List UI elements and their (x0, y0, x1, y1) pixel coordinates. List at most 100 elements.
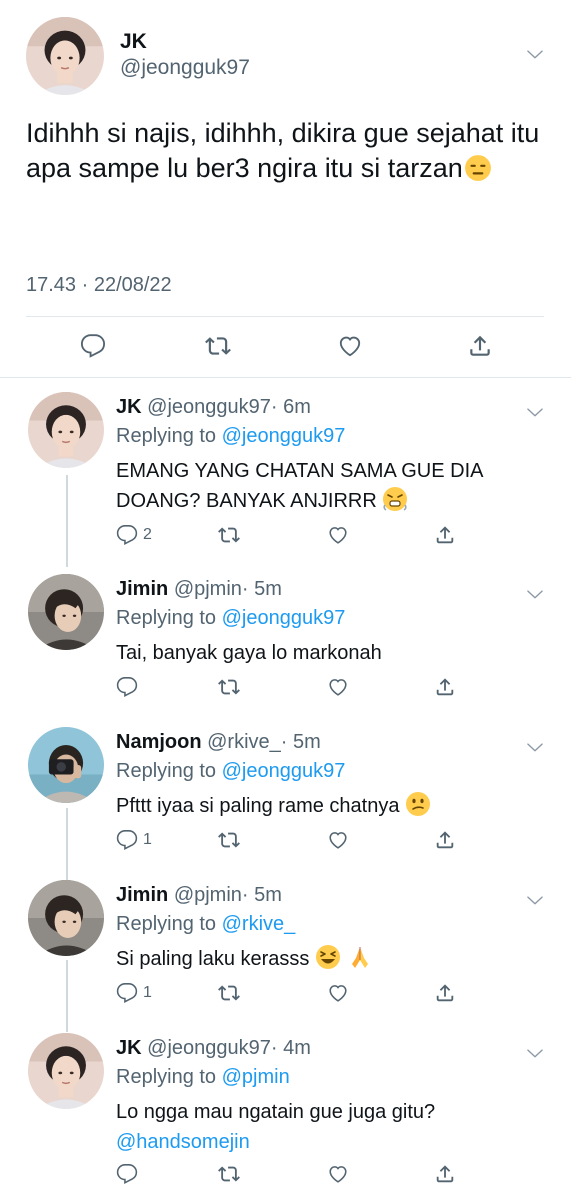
more-options-button[interactable] (525, 890, 545, 910)
retweet-icon (218, 676, 240, 698)
retweet-button[interactable] (218, 676, 240, 698)
reply-actions (116, 1163, 466, 1187)
share-button[interactable] (434, 1163, 456, 1185)
chevron-down-icon (525, 44, 545, 64)
retweet-button[interactable] (218, 1163, 240, 1185)
retweet-button[interactable] (218, 982, 240, 1004)
reply-tweet[interactable]: Jimin @pjmin· 5m Replying to @rkive_ Si … (0, 880, 571, 1010)
reply-time[interactable]: · 5m (242, 578, 282, 600)
avatar-image (28, 392, 104, 468)
reply-time[interactable]: · 4m (271, 1037, 311, 1059)
reply-actions (116, 676, 466, 700)
share-button[interactable] (434, 982, 456, 1004)
divider (0, 377, 571, 378)
author-name[interactable]: Namjoon (116, 731, 202, 753)
reply-button[interactable]: 1 (116, 982, 152, 1004)
reply-button[interactable]: 1 (116, 829, 152, 851)
reply-tweet[interactable]: JK @jeongguk97· 6m Replying to @jeongguk… (0, 392, 571, 552)
retweet-icon (218, 829, 240, 851)
like-button[interactable] (327, 982, 349, 1004)
mention-link[interactable]: @handsomejin (116, 1131, 250, 1153)
steam-face-icon (383, 487, 408, 511)
more-options-button[interactable] (525, 584, 545, 604)
reply-actions: 1 (116, 829, 466, 853)
reply-tweet[interactable]: Jimin @pjmin· 5m Replying to @jeongguk97… (0, 574, 571, 704)
replying-to-link[interactable]: @jeongguk97 (222, 425, 346, 447)
chevron-down-icon (525, 890, 545, 910)
replying-to: Replying to @rkive_ (116, 913, 295, 936)
reply-button[interactable] (116, 676, 138, 698)
retweet-button[interactable] (218, 524, 240, 546)
like-button[interactable] (327, 524, 349, 546)
replying-to-link[interactable]: @pjmin (222, 1066, 290, 1088)
folded-hands-icon (351, 947, 368, 968)
share-icon (434, 676, 456, 698)
author-handle[interactable]: @jeongguk97 (120, 56, 250, 80)
avatar[interactable] (26, 17, 104, 95)
share-button[interactable] (434, 524, 456, 546)
avatar[interactable] (28, 880, 104, 956)
retweet-button[interactable] (218, 829, 240, 851)
reply-header: Namjoon @rkive_· 5m (116, 731, 321, 754)
laughing-face-icon (316, 945, 340, 969)
avatar[interactable] (28, 392, 104, 468)
replying-to-link[interactable]: @rkive_ (222, 913, 296, 935)
avatar[interactable] (28, 1033, 104, 1109)
author-handle[interactable]: @pjmin (174, 884, 242, 906)
reply-button[interactable] (80, 333, 106, 359)
replying-label: Replying to (116, 1066, 217, 1088)
avatar[interactable] (28, 574, 104, 650)
like-button[interactable] (327, 829, 349, 851)
author-handle[interactable]: @pjmin (174, 578, 242, 600)
reply-icon (80, 333, 106, 359)
avatar[interactable] (28, 727, 104, 803)
replying-to-link[interactable]: @jeongguk97 (222, 607, 346, 629)
author-handle[interactable]: @jeongguk97 (147, 1037, 271, 1059)
author-name[interactable]: Jimin (116, 884, 168, 906)
author-handle[interactable]: @jeongguk97 (147, 396, 271, 418)
heart-icon (327, 676, 349, 698)
share-button[interactable] (467, 333, 493, 359)
like-button[interactable] (327, 1163, 349, 1185)
share-icon (434, 1163, 456, 1185)
tweet-timestamp[interactable]: 17.43 · 22/08/22 (26, 274, 172, 297)
reply-icon (116, 829, 138, 851)
author-name[interactable]: JK (120, 30, 147, 54)
author-name[interactable]: Jimin (116, 578, 168, 600)
replying-label: Replying to (116, 425, 217, 447)
reply-icon (116, 676, 138, 698)
replying-to: Replying to @jeongguk97 (116, 760, 345, 783)
avatar-image (26, 17, 104, 95)
more-options-button[interactable] (525, 1043, 545, 1063)
reply-time[interactable]: · 5m (281, 731, 321, 753)
reply-tweet[interactable]: Namjoon @rkive_· 5m Replying to @jeonggu… (0, 727, 571, 857)
like-button[interactable] (337, 333, 363, 359)
author-name[interactable]: JK (116, 396, 142, 418)
author-name[interactable]: JK (116, 1037, 142, 1059)
reply-icon (116, 524, 138, 546)
reply-icon (116, 982, 138, 1004)
more-options-button[interactable] (525, 737, 545, 757)
heart-icon (337, 333, 363, 359)
replying-to: Replying to @jeongguk97 (116, 607, 345, 630)
more-options-button[interactable] (525, 44, 545, 64)
retweet-button[interactable] (205, 333, 231, 359)
reply-time[interactable]: · 5m (242, 884, 282, 906)
share-button[interactable] (434, 676, 456, 698)
reply-button[interactable]: 2 (116, 524, 152, 546)
replying-to-link[interactable]: @jeongguk97 (222, 760, 346, 782)
reply-time[interactable]: · 6m (271, 396, 311, 418)
reply-button[interactable] (116, 1163, 138, 1185)
confused-face-icon (406, 792, 431, 816)
reply-text-content: Si paling laku kerasss (116, 948, 310, 970)
author-handle[interactable]: @rkive_ (207, 731, 281, 753)
reply-count: 1 (143, 984, 152, 1001)
like-button[interactable] (327, 676, 349, 698)
reply-text: Lo ngga mau ngatain gue juga gitu? @hands… (116, 1097, 536, 1157)
avatar-image (28, 574, 104, 650)
heart-icon (327, 524, 349, 546)
share-button[interactable] (434, 829, 456, 851)
more-options-button[interactable] (525, 402, 545, 422)
reply-text-content: Lo ngga mau ngatain gue juga gitu? (116, 1101, 436, 1123)
reply-tweet[interactable]: JK @jeongguk97· 4m Replying to @pjmin Lo… (0, 1033, 571, 1200)
